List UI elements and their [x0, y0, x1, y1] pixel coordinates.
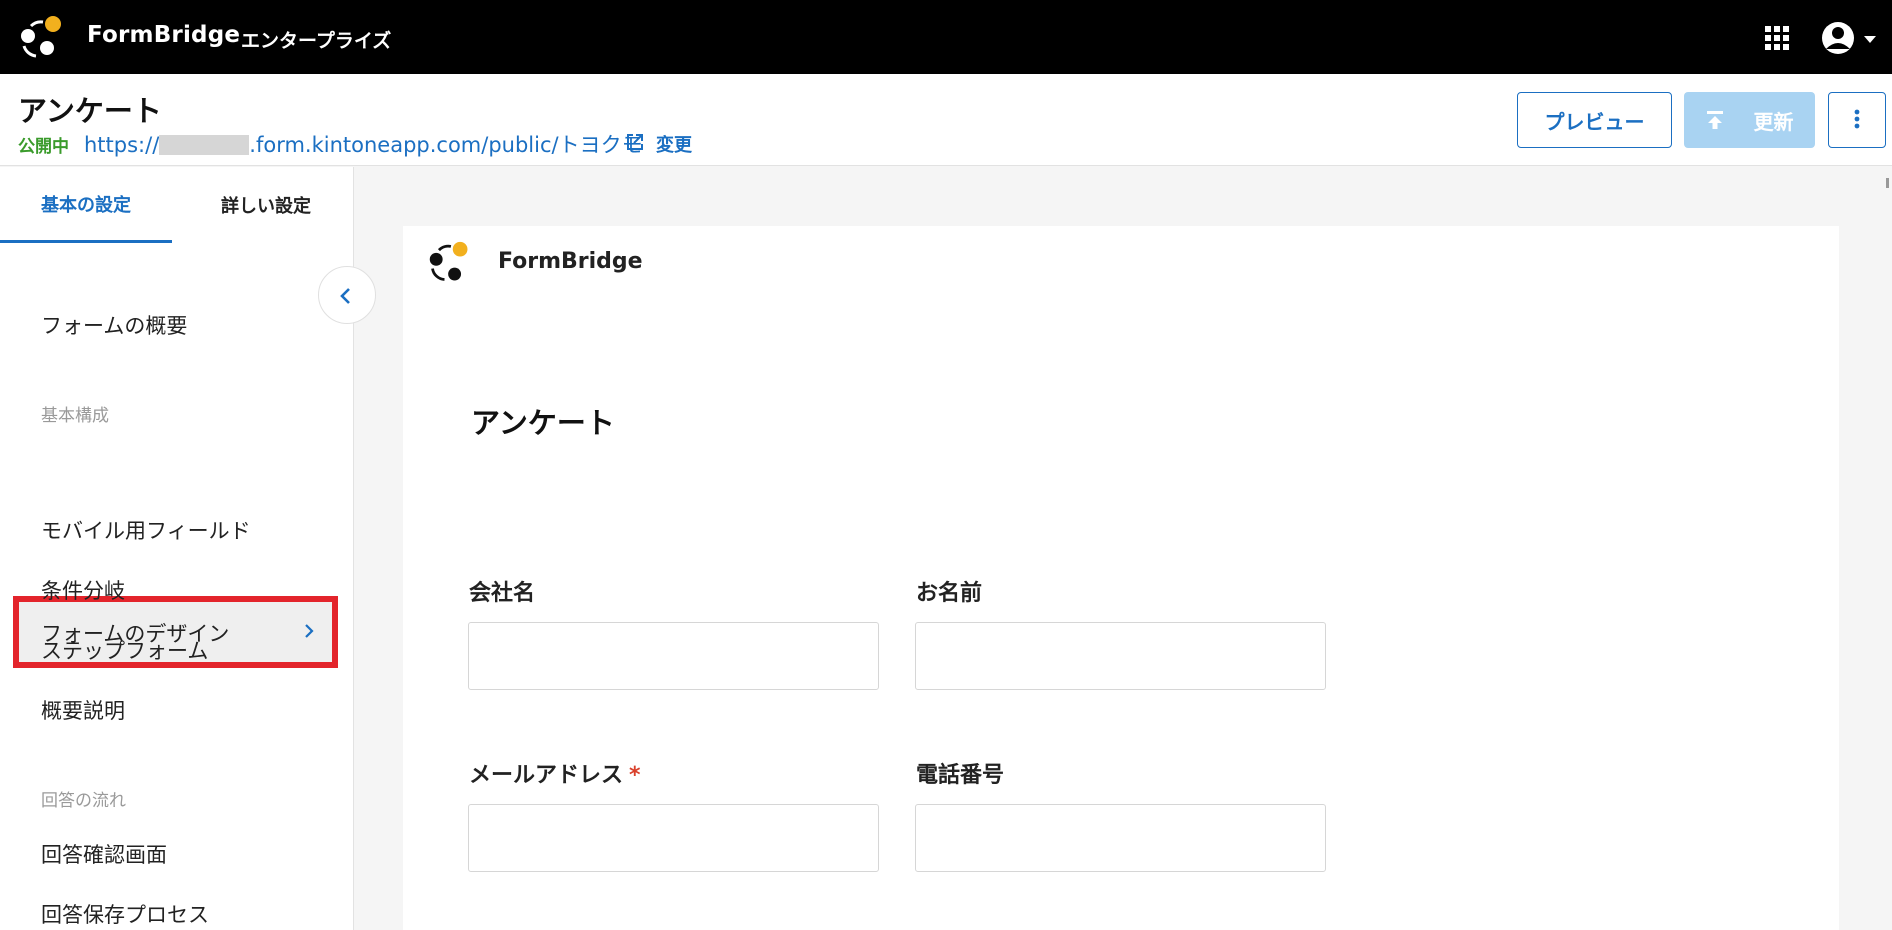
email-label-text: メールアドレス	[469, 763, 624, 788]
sidebar-item-step-form[interactable]: ステップフォーム	[41, 635, 208, 665]
section-heading-basic: 基本構成	[41, 406, 109, 426]
field-label-email: メールアドレス *	[469, 757, 641, 789]
form-preview-canvas: FormBridge アンケート 会社名 お名前 メールアドレス * 電話番号	[403, 226, 1839, 930]
field-label-company: 会社名	[469, 581, 536, 606]
sidebar-item-form-overview[interactable]: フォームの概要	[41, 310, 187, 340]
form-title: アンケート	[471, 406, 615, 440]
field-label-name: お名前	[916, 581, 983, 606]
sidebar-item-save-process[interactable]: 回答保存プロセス	[41, 899, 209, 929]
update-button-label: 更新	[1753, 109, 1794, 134]
edition-label: エンタープライズ	[241, 30, 392, 52]
company-name-input[interactable]	[468, 622, 879, 690]
public-url-link[interactable]: https:// .form.kintoneapp.com/public/トヨクモ	[84, 129, 643, 159]
apps-grid-icon[interactable]	[1765, 26, 1789, 50]
scrollbar-indicator[interactable]	[1886, 178, 1889, 188]
status-badge: 公開中	[18, 137, 69, 157]
sidebar-item-conditional-branch[interactable]: 条件分岐	[41, 575, 125, 605]
page-title: アンケート	[18, 94, 162, 128]
sidebar-item-confirm-screen[interactable]: 回答確認画面	[41, 839, 167, 869]
account-circle-icon	[1822, 22, 1876, 54]
collapse-sidebar-button[interactable]	[318, 266, 376, 324]
top-navigation-bar: FormBridge エンタープライズ	[0, 0, 1892, 74]
more-vertical-icon	[1854, 109, 1860, 128]
redacted-subdomain	[159, 135, 250, 155]
tab-basic-settings[interactable]: 基本の設定	[0, 167, 172, 243]
update-button[interactable]: 更新	[1684, 92, 1815, 148]
change-url-link[interactable]: 変更	[656, 131, 692, 157]
more-options-button[interactable]	[1828, 92, 1886, 148]
field-label-phone: 電話番号	[916, 763, 1005, 788]
page-header: アンケート 公開中 https:// .form.kintoneapp.com/p…	[0, 74, 1892, 166]
chevron-left-icon	[340, 288, 350, 304]
phone-input[interactable]	[915, 804, 1326, 872]
form-logo-icon	[429, 241, 468, 281]
caret-down-icon	[1864, 36, 1876, 43]
url-suffix: .form.kintoneapp.com/public/トヨクモ	[249, 133, 643, 157]
required-mark: *	[629, 763, 641, 788]
sidebar-item-description[interactable]: 概要説明	[41, 695, 125, 725]
settings-sidebar: 基本の設定 詳しい設定 フォームの概要 基本構成 フォームのデザイン モバイル用…	[0, 167, 354, 930]
email-input[interactable]	[468, 804, 879, 872]
account-menu[interactable]	[1820, 20, 1880, 56]
brand-name: FormBridge	[87, 22, 241, 48]
preview-button[interactable]: プレビュー	[1517, 92, 1672, 148]
sidebar-item-mobile-fields[interactable]: モバイル用フィールド	[41, 515, 251, 545]
settings-tabs: 基本の設定 詳しい設定	[0, 167, 354, 243]
form-brand-name: FormBridge	[498, 249, 643, 274]
section-heading-flow: 回答の流れ	[41, 791, 126, 811]
formbridge-logo-icon[interactable]	[16, 14, 66, 62]
chevron-right-icon	[305, 624, 314, 638]
url-prefix: https://	[84, 133, 160, 157]
name-input[interactable]	[915, 622, 1326, 690]
external-link-icon[interactable]	[626, 133, 644, 151]
tab-detailed-settings[interactable]: 詳しい設定	[180, 167, 352, 243]
upload-icon	[1706, 111, 1723, 129]
